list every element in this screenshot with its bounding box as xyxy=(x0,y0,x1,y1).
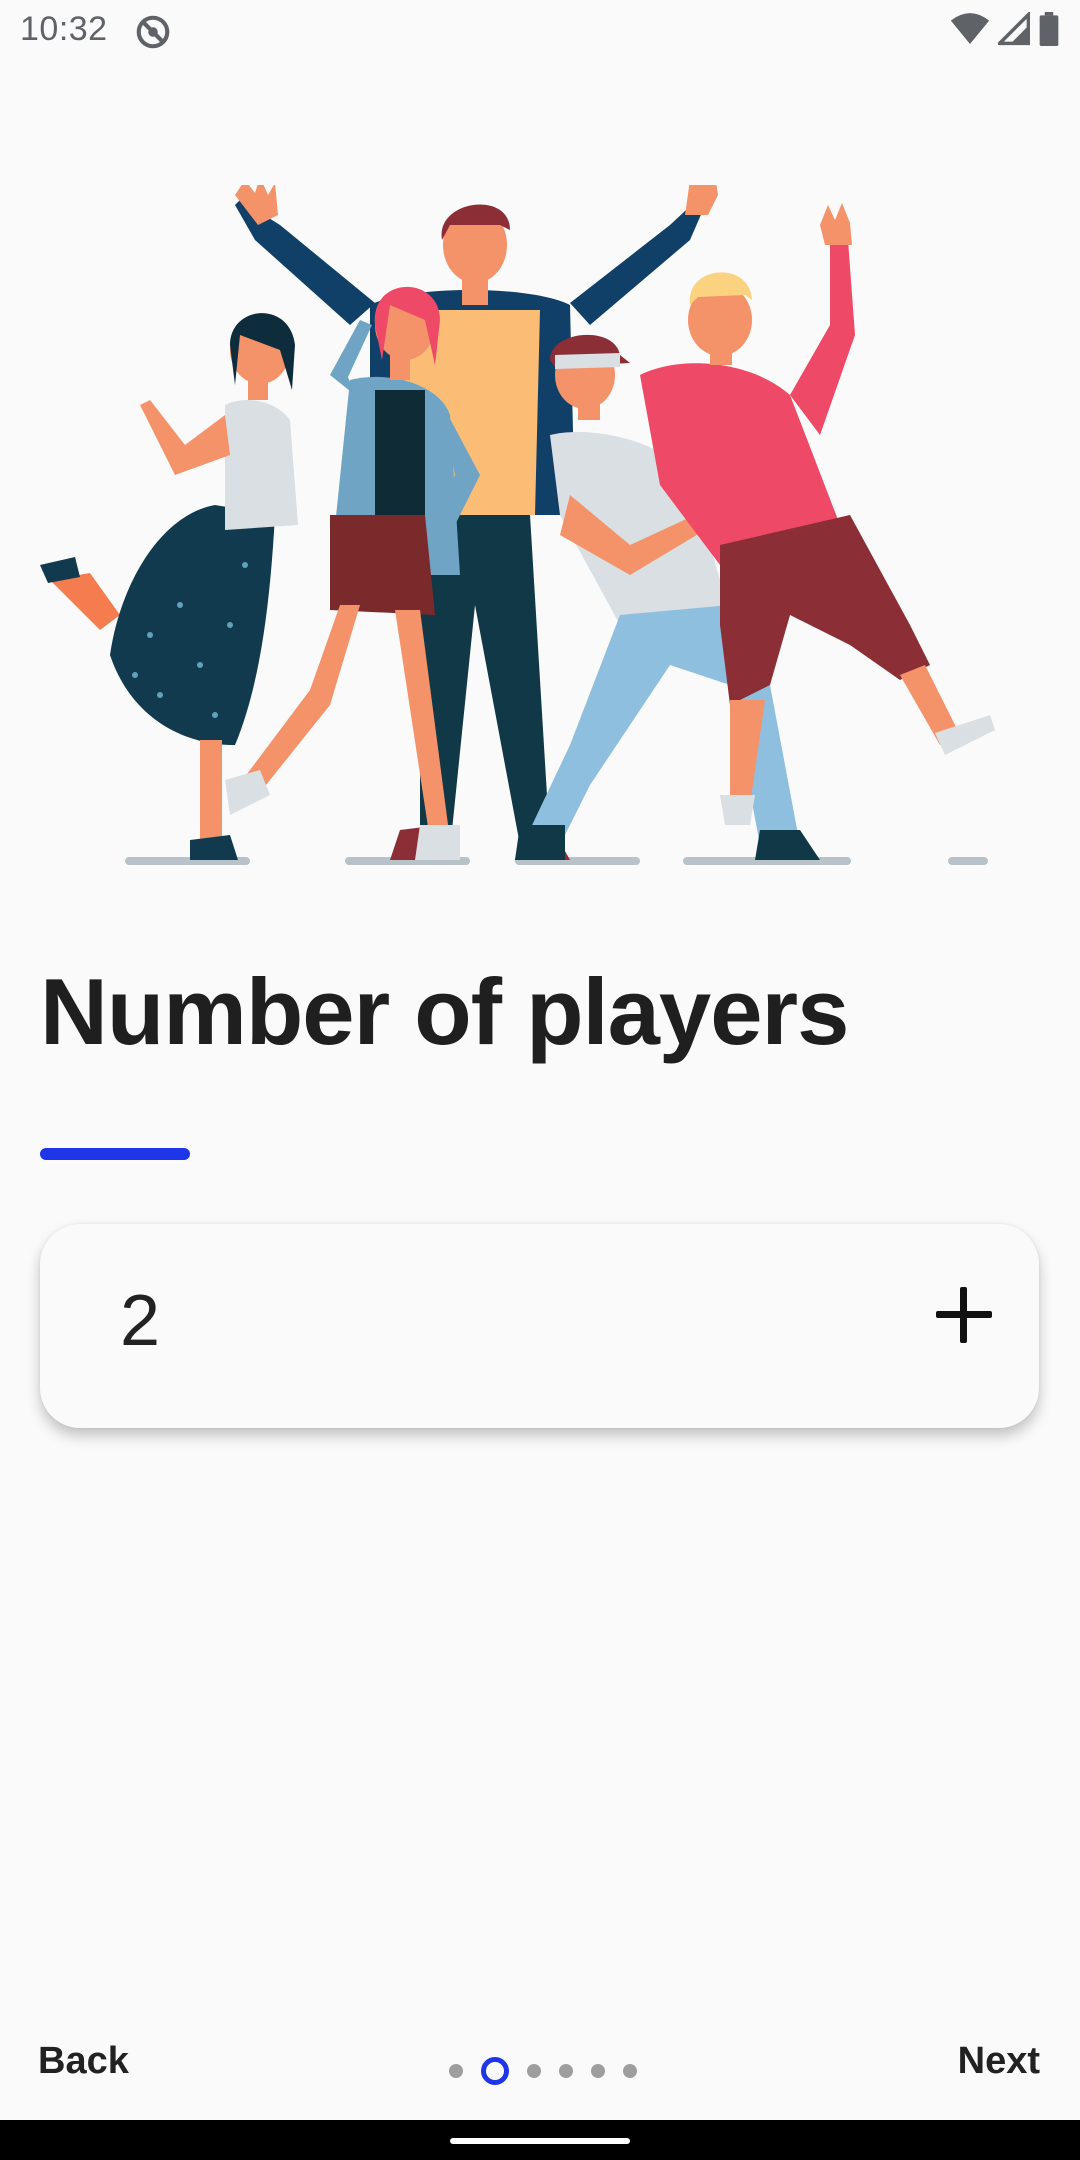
status-icons xyxy=(950,12,1060,46)
page-dot xyxy=(623,2064,637,2078)
person-illustration xyxy=(640,203,995,825)
battery-icon xyxy=(1039,12,1059,46)
status-bar: 10:32 xyxy=(0,0,1080,62)
page-dot-active xyxy=(481,2057,509,2085)
do-not-disturb-icon xyxy=(136,15,170,49)
player-count-stepper: 2 xyxy=(40,1224,1039,1428)
back-button[interactable]: Back xyxy=(38,2040,129,2083)
group-of-friends-illustration xyxy=(40,185,995,865)
wifi-icon xyxy=(950,13,990,44)
next-button[interactable]: Next xyxy=(958,2040,1040,2083)
home-gesture-handle[interactable] xyxy=(450,2138,630,2144)
page-dot xyxy=(527,2064,541,2078)
status-time: 10:32 xyxy=(20,10,108,48)
title-accent-underline xyxy=(40,1148,190,1160)
page-dot xyxy=(591,2064,605,2078)
page-title: Number of players xyxy=(40,959,849,1064)
system-navigation-bar xyxy=(0,2120,1080,2160)
page-dot xyxy=(449,2064,463,2078)
player-count-value: 2 xyxy=(120,1281,161,1361)
cellular-signal-icon xyxy=(998,12,1030,46)
onboarding-footer: Back Next xyxy=(0,2020,1080,2106)
page-indicator xyxy=(449,2057,637,2085)
plus-icon[interactable] xyxy=(929,1280,999,1350)
page-dot xyxy=(559,2064,573,2078)
